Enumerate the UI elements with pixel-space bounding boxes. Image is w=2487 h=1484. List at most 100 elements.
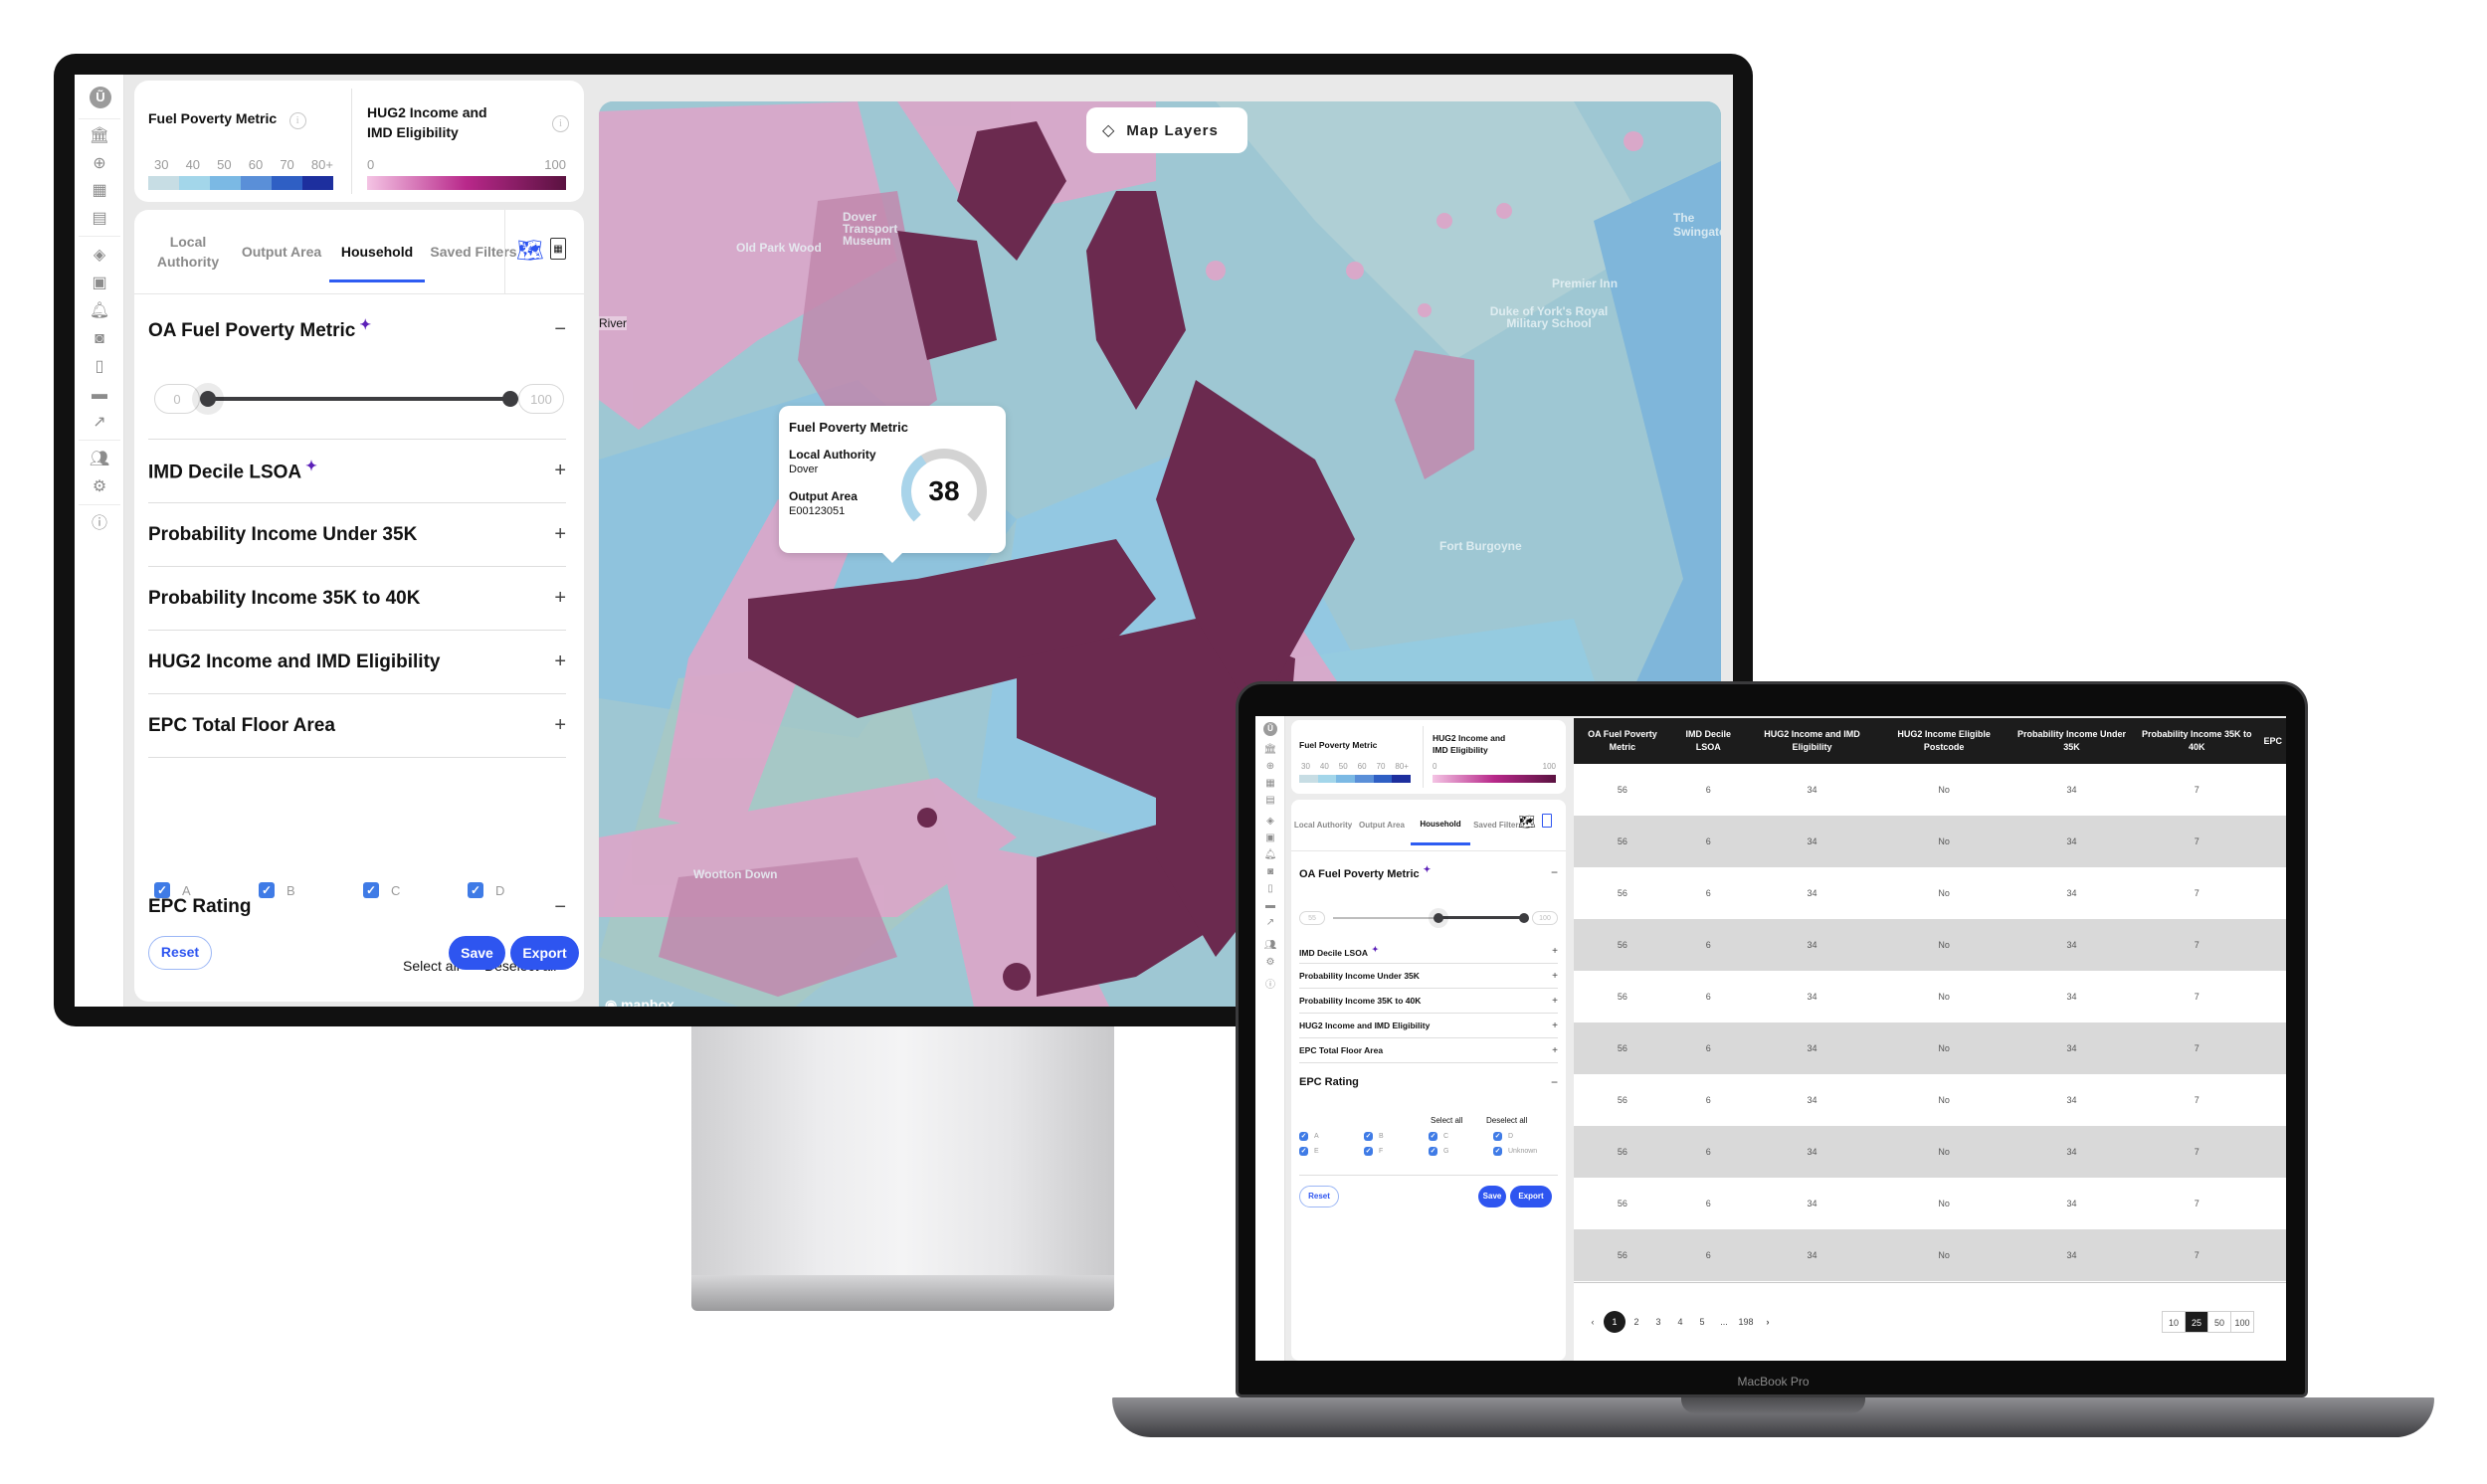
table-scroll[interactable]: OA Fuel Poverty Metric IMD Decile LSOA HUG… [1574,718,2286,1283]
slider-min-handle[interactable] [200,391,216,407]
app-logo[interactable]: Ũ [90,87,111,108]
expand-icon[interactable]: + [554,587,566,610]
slider-max-input[interactable]: 100 [518,384,564,414]
checkbox-icon[interactable]: ✓ [1299,1132,1308,1141]
tab-output-area[interactable]: Output Area [234,242,329,262]
collapse-icon[interactable]: − [554,318,566,341]
export-button[interactable]: Export [1510,1186,1552,1207]
column-header[interactable]: Probability Income 35K to 40K [2134,718,2260,764]
section-oa-fuel-poverty[interactable]: OA Fuel Poverty Metric ✦ − [1299,851,1558,893]
epc-checkbox-b[interactable]: ✓ B [1364,1132,1429,1141]
globe-icon[interactable]: ⊕ [1255,761,1285,773]
tab-household[interactable]: Household [1411,819,1470,845]
gear-icon[interactable]: ⚙ [75,477,124,497]
page-button[interactable]: 5 [1691,1311,1713,1333]
page-size-option[interactable]: 10 [2162,1311,2186,1333]
contact-card-icon[interactable]: ▣ [1255,833,1285,844]
layers-icon[interactable]: ◈ [1255,816,1285,828]
save-button[interactable]: Save [449,936,505,970]
reader-icon[interactable]: ◙ [1255,866,1285,878]
section-epc-total-floor-area[interactable]: EPC Total Floor Area + [148,694,566,758]
checkbox-icon[interactable]: ✓ [1364,1132,1373,1141]
mapbox-attribution[interactable]: ◉ mapbox [605,997,674,1007]
map-view-icon[interactable]: 🗺︎ [1518,814,1536,831]
page-button[interactable]: 1 [1604,1311,1626,1333]
chat-icon[interactable]: ▬ [1255,900,1285,912]
checkbox-icon[interactable]: ✓ [154,882,170,898]
checkbox-icon[interactable]: ✓ [1429,1132,1437,1141]
expand-icon[interactable]: + [1552,1020,1558,1031]
section-hug2-income-and-imd-eligibility[interactable]: HUG2 Income and IMD Eligibility + [148,631,566,694]
help-icon[interactable]: ⓘ [75,514,124,534]
report-icon[interactable]: ▤ [1255,795,1285,807]
fuel-poverty-range-slider[interactable]: 55 100 [1299,905,1558,931]
slider-min-input[interactable]: 55 [1299,911,1325,925]
slider-min-handle[interactable] [1433,913,1443,923]
column-header[interactable]: HUG2 Income Eligible Postcode [1878,718,2009,764]
slider-max-handle[interactable] [1519,913,1529,923]
expand-icon[interactable]: + [1552,1045,1558,1056]
spreadsheet-icon[interactable] [1542,814,1552,828]
section-epc-rating[interactable]: EPC Rating − [1299,1063,1558,1101]
section-imd-decile-lsoa[interactable]: IMD Decile LSOA ✦ + [1299,939,1558,964]
tab-output-area[interactable]: Output Area [1353,820,1411,832]
checkbox-icon[interactable]: ✓ [1429,1147,1437,1156]
people-icon[interactable]: 👥︎ [75,450,124,469]
table-row[interactable]: 56 6 34 No 34 7 [1574,919,2286,971]
section-probability-income-35k-to-40k[interactable]: Probability Income 35K to 40K + [148,567,566,631]
section-epc-total-floor-area[interactable]: EPC Total Floor Area + [1299,1038,1558,1063]
table-row[interactable]: 56 6 34 No 34 7 [1574,1074,2286,1126]
tab-saved-filters[interactable]: Saved Filters [425,242,522,262]
map-view-icon[interactable]: 🗺︎ [516,238,544,264]
map-icon[interactable]: ▯ [75,357,124,377]
export-button[interactable]: Export [510,936,579,970]
map-layers-button[interactable]: ◇ Map Layers [1086,107,1247,153]
expand-icon[interactable]: + [1552,971,1558,982]
contact-card-icon[interactable]: ▣ [75,274,124,293]
bell-icon[interactable]: 🔔︎ [1255,849,1285,861]
epc-checkbox-g[interactable]: ✓ G [1429,1147,1493,1156]
people-icon[interactable]: 👥︎ [1255,940,1285,952]
table-row[interactable]: 56 6 34 No 34 7 [1574,1126,2286,1178]
epc-checkbox-c[interactable]: ✓ C [363,882,468,898]
table-row[interactable]: 56 6 34 No 34 7 [1574,764,2286,816]
epc-checkbox-b[interactable]: ✓ B [259,882,363,898]
section-imd-decile-lsoa[interactable]: IMD Decile LSOA ✦ + [148,440,566,503]
page-size-option[interactable]: 25 [2185,1311,2208,1333]
collapse-icon[interactable]: − [1551,865,1558,879]
help-icon[interactable]: ⓘ [1255,980,1285,992]
next-page-button[interactable]: › [1757,1311,1779,1333]
column-header[interactable]: IMD Decile LSOA [1670,718,1746,764]
epc-checkbox-e[interactable]: ✓ E [1299,1147,1364,1156]
epc-checkbox-a[interactable]: ✓ A [154,882,259,898]
collapse-icon[interactable]: − [1551,1075,1558,1089]
slider-max-input[interactable]: 100 [1532,911,1558,925]
section-probability-income-35k-to-40k[interactable]: Probability Income 35K to 40K + [1299,989,1558,1014]
dashboard-icon[interactable]: ▦ [1255,778,1285,790]
table-row[interactable]: 56 6 34 No 34 7 [1574,1178,2286,1229]
expand-icon[interactable]: + [554,523,566,546]
section-probability-income-under-35k[interactable]: Probability Income Under 35K + [1299,964,1558,989]
column-header[interactable]: HUG2 Income and IMD Eligibility [1745,718,1879,764]
checkbox-icon[interactable]: ✓ [259,882,275,898]
epc-checkbox-unknown[interactable]: ✓ Unknown [1493,1147,1558,1156]
checkbox-icon[interactable]: ✓ [1493,1147,1502,1156]
checkbox-icon[interactable]: ✓ [1364,1147,1373,1156]
section-hug2-income-and-imd-eligibility[interactable]: HUG2 Income and IMD Eligibility + [1299,1014,1558,1038]
bell-icon[interactable]: 🔔︎ [75,301,124,321]
slider-max-handle[interactable] [502,391,518,407]
page-size-option[interactable]: 100 [2230,1311,2254,1333]
epc-checkbox-c[interactable]: ✓ C [1429,1132,1493,1141]
epc-checkbox-d[interactable]: ✓ D [468,882,572,898]
checkbox-icon[interactable]: ✓ [1299,1147,1308,1156]
reset-button[interactable]: Reset [148,936,212,970]
reset-button[interactable]: Reset [1299,1186,1339,1207]
trending-icon[interactable]: ↗ [75,413,124,433]
expand-icon[interactable]: + [554,460,566,482]
epc-checkbox-f[interactable]: ✓ F [1364,1147,1429,1156]
section-oa-fuel-poverty[interactable]: OA Fuel Poverty Metric ✦ − [148,294,566,364]
page-button[interactable]: 198 [1735,1311,1757,1333]
app-logo[interactable]: Ũ [1263,722,1277,736]
epc-checkbox-a[interactable]: ✓ A [1299,1132,1364,1141]
fuel-poverty-range-slider[interactable]: 0 100 [154,379,564,419]
